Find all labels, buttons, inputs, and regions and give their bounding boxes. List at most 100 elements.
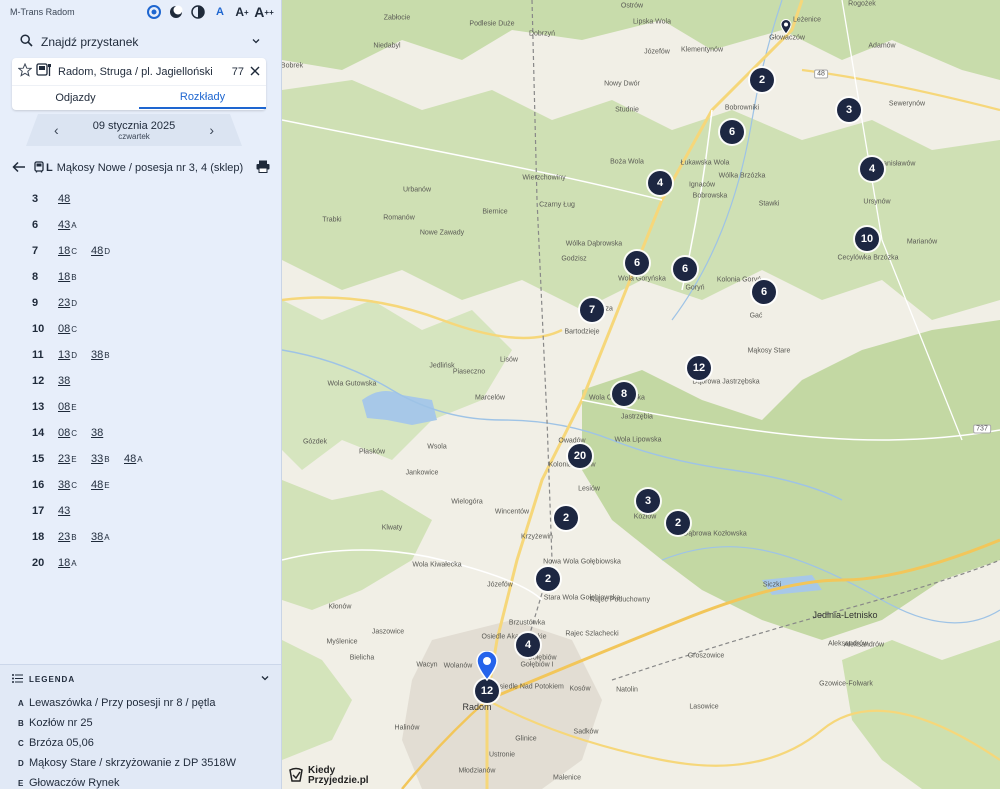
departure-minute[interactable]: 38A [91,531,124,543]
legend-text: Brzóza 05,06 [29,737,94,749]
departure-minute[interactable]: 33B [91,453,124,465]
app-name: M-Trans Radom [10,7,75,17]
legend-key: C [18,738,24,748]
text-size-medium-button[interactable]: A + [235,5,249,19]
minute-value: 48 [91,479,104,491]
back-arrow-icon[interactable] [12,161,26,176]
stop-cluster-marker[interactable]: 6 [625,251,649,275]
search-input[interactable]: Znajdź przystanek [41,35,251,49]
legend-header[interactable]: LEGENDA [0,665,281,693]
map-view[interactable]: Rogożek Lipska Wola Podlesie Duże Dobrzyń Gł… [282,0,1000,789]
departure-minute[interactable]: 38C [58,479,91,491]
top-bar: M-Trans Radom A A + A ++ [0,0,281,24]
stop-cluster-marker[interactable]: 2 [536,567,560,591]
minute-suffix: C [71,247,78,256]
departure-minute[interactable]: 48 [58,193,91,205]
print-icon[interactable] [256,160,270,176]
stop-cluster-marker[interactable]: 3 [837,98,861,122]
departure-minute[interactable]: 23D [58,297,91,309]
departure-minute[interactable]: 23E [58,453,91,465]
dark-mode-icon[interactable] [169,5,183,19]
stop-cluster-marker[interactable]: 10 [855,227,879,251]
bus-stop-icon [36,62,52,81]
minute-value: 08 [58,401,71,413]
departure-minute[interactable]: 43A [58,219,91,231]
bus-icon [34,160,44,176]
departure-minute[interactable]: 08C [58,323,91,335]
legend-key: A [18,698,24,708]
stop-cluster-marker[interactable]: 2 [750,68,774,92]
departure-minute[interactable]: 18B [58,271,91,283]
departure-minute[interactable]: 43 [58,505,91,517]
timetable-row: 3 48 [26,186,266,212]
departure-minute[interactable]: 48D [91,245,124,257]
star-icon[interactable] [17,62,33,80]
stop-name: Radom, Struga / pl. Jagielloński [58,65,213,78]
timetable-row: 13 08E [26,394,266,420]
stop-cluster-marker[interactable]: 12 [687,356,711,380]
timetable-row: 10 08C [26,316,266,342]
date-display: 09 stycznia 2025 czwartek [93,120,176,141]
stop-cluster-marker[interactable]: 8 [612,382,636,406]
departure-minute[interactable]: 48E [91,479,124,491]
departure-minute[interactable]: 48A [124,453,157,465]
minute-suffix: C [71,325,78,334]
stop-cluster-marker[interactable]: 20 [568,444,592,468]
tab-departures[interactable]: Odjazdy [12,86,139,109]
departure-minute[interactable]: 08E [58,401,91,413]
hour-label: 13 [32,401,45,413]
stop-cluster-marker[interactable]: 3 [636,489,660,513]
route-direction: Mąkosy Nowe / posesja nr 3, 4 (sklep) [56,162,244,174]
minute-value: 18 [58,557,71,569]
timetable-row: 14 08C 38 [26,420,266,446]
stop-cluster-marker[interactable]: 2 [554,506,578,530]
contrast-icon[interactable] [191,5,205,19]
stop-cluster-marker[interactable]: 4 [860,157,884,181]
selected-stop-pin-icon[interactable] [476,650,498,684]
departure-minute[interactable]: 23B [58,531,91,543]
stop-cluster-marker[interactable]: 6 [673,257,697,281]
departure-minute[interactable]: 18A [58,557,91,569]
brand-logo: Kiedy Przyjedzie.pl [288,766,369,786]
departure-minute[interactable]: 08C [58,427,91,439]
palette-icon[interactable] [147,5,161,19]
text-size-small-button[interactable]: A [213,5,227,19]
minute-value: 38 [58,479,71,491]
legend-panel: LEGENDA A Lewaszówka / Przy posesji nr 8 … [0,664,281,789]
minute-value: 48 [58,193,71,205]
minute-suffix: B [71,533,77,542]
stop-cluster-marker[interactable]: 6 [720,120,744,144]
text-size-large-button[interactable]: A ++ [254,4,273,20]
chevron-down-icon[interactable] [251,35,261,49]
legend-list: A Lewaszówka / Przy posesji nr 8 / pętla B… [0,693,281,789]
minute-suffix: A [71,559,77,568]
minute-suffix: B [104,455,110,464]
departure-minute[interactable]: 38B [91,349,124,361]
stop-cluster-marker[interactable]: 2 [666,511,690,535]
departure-minute[interactable]: 13D [58,349,91,361]
stop-tabs: Odjazdy Rozkłady [12,85,266,109]
legend-key: D [18,758,24,768]
departure-minute[interactable]: 18C [58,245,91,257]
hour-label: 20 [32,557,45,569]
stop-cluster-marker[interactable]: 4 [648,171,672,195]
destination-pin-icon[interactable] [780,19,792,38]
chevron-left-icon[interactable]: ‹ [54,122,59,138]
departure-minute[interactable]: 38 [91,427,124,439]
close-icon[interactable] [250,65,260,79]
chevron-down-icon[interactable] [260,672,270,686]
stop-cluster-marker[interactable]: 6 [752,280,776,304]
stop-search[interactable]: Znajdź przystanek [12,28,269,56]
stop-cluster-marker[interactable]: 7 [580,298,604,322]
timetable-row: 20 18A [26,550,266,576]
stop-cluster-marker[interactable]: 4 [516,633,540,657]
minute-suffix: D [71,299,78,308]
minute-value: 23 [58,297,71,309]
timetable-row: 18 23B 38A [26,524,266,550]
minute-value: 38 [91,349,104,361]
tab-timetables[interactable]: Rozkłady [139,86,266,109]
departure-minute[interactable]: 38 [58,375,91,387]
hour-label: 16 [32,479,45,491]
chevron-right-icon[interactable]: › [209,122,214,138]
hour-label: 10 [32,323,45,335]
